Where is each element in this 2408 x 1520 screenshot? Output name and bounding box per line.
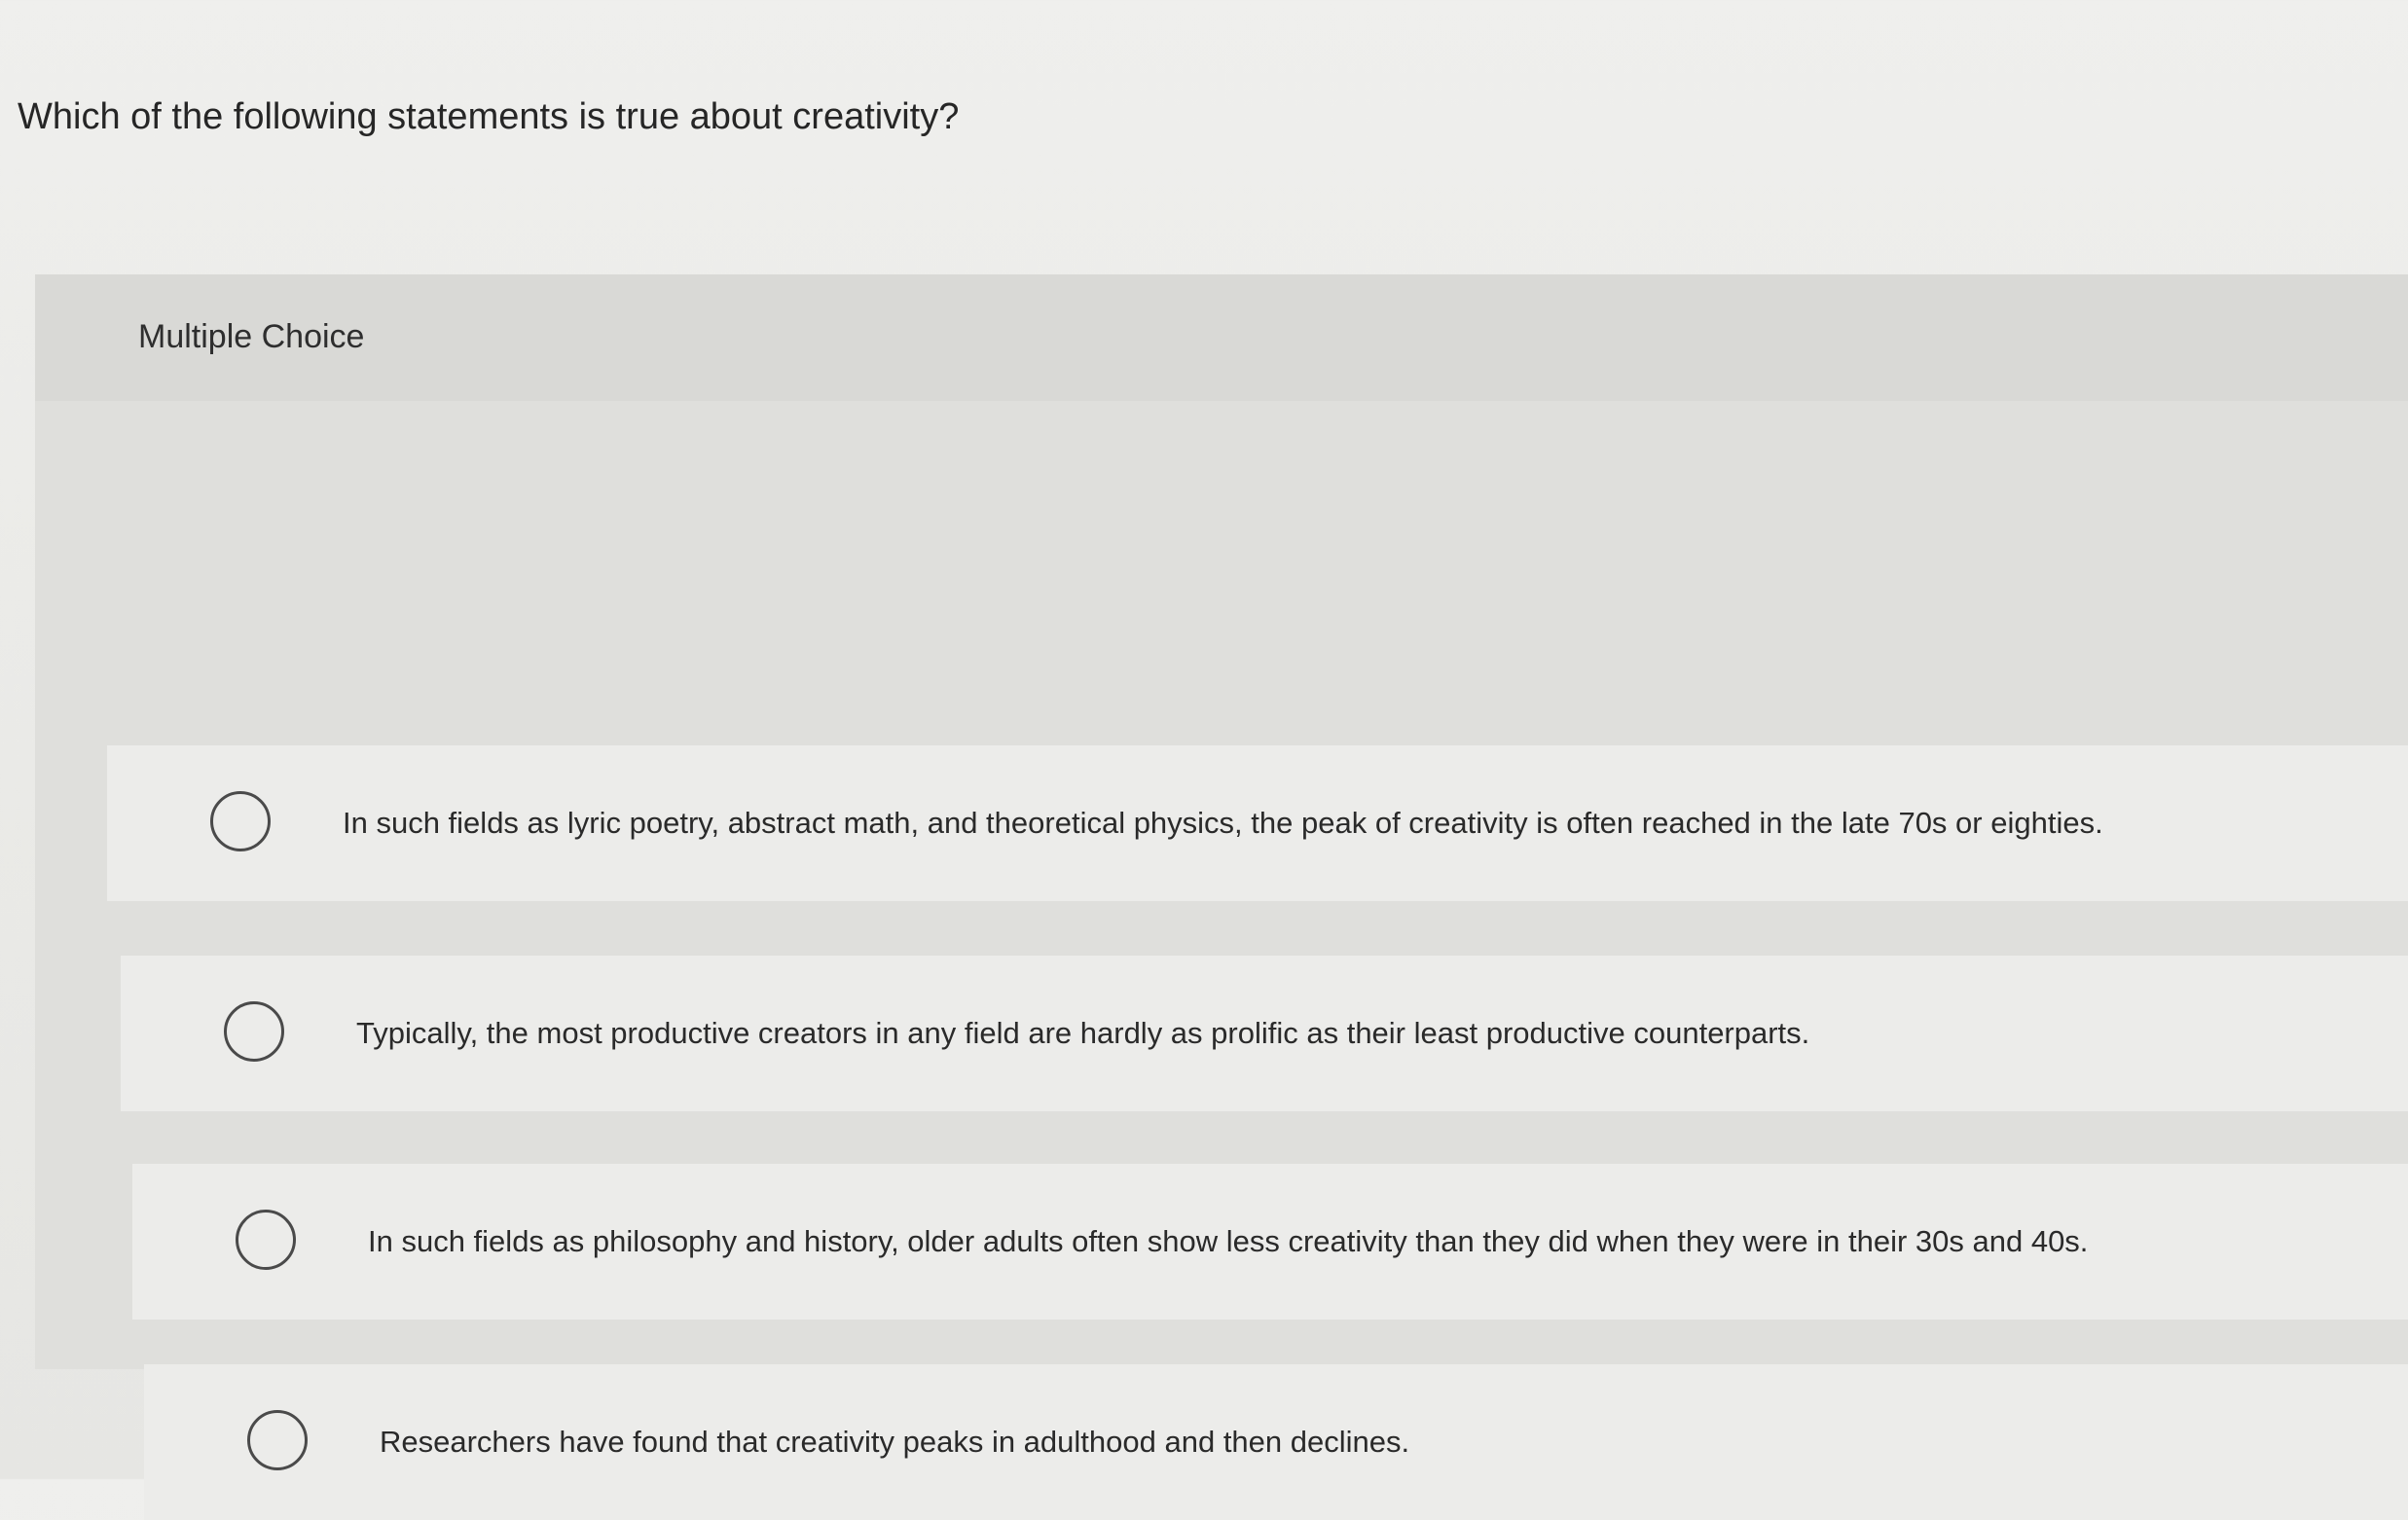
multiple-choice-header: Multiple Choice <box>35 274 2408 401</box>
choice-text-4: Researchers have found that creativity p… <box>380 1425 1410 1459</box>
choice-option-1[interactable]: In such fields as lyric poetry, abstract… <box>107 745 2408 901</box>
choice-text-2: Typically, the most productive creators … <box>356 1016 1810 1050</box>
choice-text-3: In such fields as philosophy and history… <box>368 1224 2089 1258</box>
radio-button-3[interactable] <box>236 1210 296 1270</box>
multiple-choice-panel: Multiple Choice In such fields as lyric … <box>35 274 2408 1520</box>
choice-option-2[interactable]: Typically, the most productive creators … <box>121 956 2408 1111</box>
question-text: Which of the following statements is tru… <box>18 96 960 137</box>
choice-option-4[interactable]: Researchers have found that creativity p… <box>144 1364 2408 1520</box>
choice-option-3[interactable]: In such fields as philosophy and history… <box>132 1164 2408 1320</box>
radio-button-1[interactable] <box>210 791 271 851</box>
radio-button-2[interactable] <box>224 1001 284 1062</box>
multiple-choice-label: Multiple Choice <box>138 318 365 355</box>
choice-text-1: In such fields as lyric poetry, abstract… <box>343 806 2103 840</box>
radio-button-4[interactable] <box>247 1410 308 1470</box>
